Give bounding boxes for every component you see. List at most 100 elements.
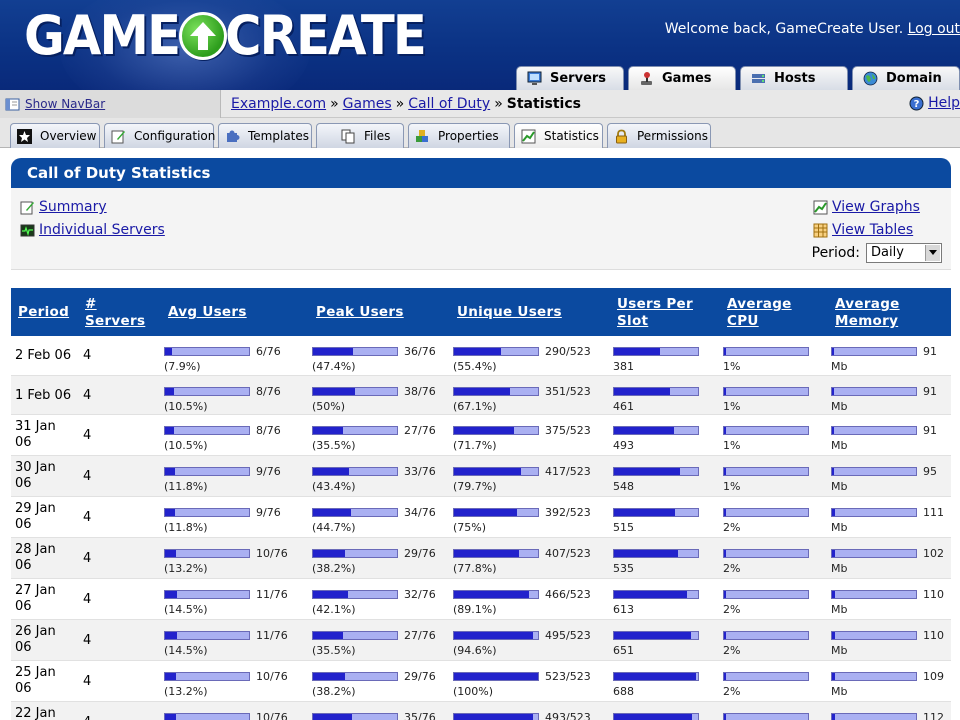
- peak-users-bar: [312, 671, 398, 681]
- average-cpu-bar: [723, 589, 809, 599]
- avg-users-detail: (10.5%): [164, 400, 208, 413]
- tab-configuration-label: Configuration: [134, 129, 216, 143]
- avg-users-detail: (13.2%): [164, 685, 208, 698]
- avg-users-bar-fill: [165, 590, 177, 598]
- tab-statistics[interactable]: Statistics: [514, 123, 603, 148]
- peak-users-bar-line: 35/76: [312, 711, 436, 720]
- average-cpu-bar-line: [723, 670, 809, 682]
- unique-users-bar-line: 375/523: [453, 424, 591, 437]
- header-peak-users[interactable]: Peak Users: [316, 304, 404, 321]
- cell-peak-users: 33/76 (43.4%): [312, 465, 436, 493]
- avg-users-bar: [164, 589, 250, 599]
- nav-row: Show NavBar Example.com» Games» Call of Du…: [0, 90, 960, 118]
- header-servers[interactable]: # Servers: [85, 296, 145, 330]
- peak-users-value: 29/76: [404, 669, 436, 683]
- average-cpu-bar-fill: [724, 631, 726, 639]
- tab-hosts[interactable]: Hosts: [740, 66, 848, 90]
- help-icon: ?: [909, 96, 924, 111]
- tab-permissions-label: Permissions: [637, 129, 708, 143]
- header-users-per-slot[interactable]: Users Per Slot: [617, 296, 707, 330]
- period-select[interactable]: Daily: [866, 243, 942, 263]
- joystick-icon: [639, 71, 654, 86]
- users-per-slot-detail: 381: [613, 360, 634, 373]
- users-per-slot-bar: [613, 712, 699, 720]
- view-graphs-link[interactable]: View Graphs: [832, 199, 920, 215]
- average-cpu-detail: 2%: [723, 644, 741, 657]
- avg-users-detail: (14.5%): [164, 603, 208, 616]
- unique-users-bar: [453, 589, 539, 599]
- average-cpu-bar-line: [723, 588, 809, 600]
- up-arrow-icon: [178, 12, 227, 60]
- peak-users-bar-line: 32/76: [312, 588, 436, 601]
- avg-users-bar-fill: [165, 631, 177, 639]
- average-cpu-bar-fill: [724, 672, 726, 680]
- individual-servers-link-item[interactable]: Individual Servers: [20, 222, 165, 238]
- cell-period: 28 Jan 06: [15, 542, 56, 573]
- summary-link-item[interactable]: Summary: [20, 199, 107, 215]
- help-link[interactable]: Help: [928, 95, 960, 111]
- header-avg-users[interactable]: Avg Users: [168, 304, 247, 321]
- logo-text-create: CREATE: [224, 4, 427, 67]
- summary-link[interactable]: Summary: [39, 199, 107, 215]
- avg-users-bar-fill: [165, 426, 174, 434]
- tab-permissions[interactable]: Permissions: [607, 123, 711, 148]
- header-average-memory[interactable]: Average Memory: [835, 296, 915, 330]
- average-cpu-bar-fill: [724, 590, 726, 598]
- breadcrumb-games[interactable]: Games: [343, 96, 392, 112]
- average-cpu-detail: 2%: [723, 685, 741, 698]
- individual-servers-link[interactable]: Individual Servers: [39, 222, 165, 238]
- tab-games[interactable]: Games: [628, 66, 736, 90]
- average-memory-bar: [831, 589, 917, 599]
- help[interactable]: ? Help: [909, 95, 960, 111]
- avg-users-bar: [164, 346, 250, 356]
- tab-servers[interactable]: Servers: [516, 66, 624, 90]
- peak-users-bar: [312, 386, 398, 396]
- heartbeat-monitor-icon: [20, 223, 35, 238]
- average-memory-bar: [831, 425, 917, 435]
- header-unique-users[interactable]: Unique Users: [457, 304, 562, 321]
- unique-users-bar-line: 351/523: [453, 385, 591, 398]
- cell-period: 29 Jan 06: [15, 501, 56, 532]
- average-cpu-bar: [723, 712, 809, 720]
- breadcrumb-call-of-duty[interactable]: Call of Duty: [408, 96, 490, 112]
- users-per-slot-bar-line: [613, 465, 699, 477]
- gamecreate-logo[interactable]: GAME CREATE: [24, 6, 442, 66]
- chevron-down-icon[interactable]: [925, 245, 940, 261]
- view-graphs-link-item[interactable]: View Graphs: [813, 199, 920, 215]
- average-memory-bar: [831, 630, 917, 640]
- peak-users-bar: [312, 589, 398, 599]
- unique-users-detail: (77.8%): [453, 562, 497, 575]
- game-sub-tabs: Overview Configuration Templates Files P…: [10, 123, 715, 148]
- peak-users-bar: [312, 466, 398, 476]
- cell-users-per-slot: 613: [613, 588, 699, 616]
- cell-users-per-slot: 461: [613, 385, 699, 413]
- view-tables-link-item[interactable]: View Tables: [813, 222, 913, 238]
- average-cpu-bar-line: [723, 629, 809, 641]
- header-period[interactable]: Period: [18, 304, 69, 321]
- logout-link[interactable]: Log out: [908, 21, 960, 37]
- cell-users-per-slot: 688: [613, 670, 699, 698]
- tab-properties[interactable]: Properties: [408, 123, 510, 148]
- average-memory-bar-fill: [832, 387, 834, 395]
- peak-users-bar-fill: [313, 590, 348, 598]
- tab-configuration[interactable]: Configuration: [104, 123, 216, 148]
- average-cpu-bar: [723, 346, 809, 356]
- tab-templates[interactable]: Templates: [218, 123, 312, 148]
- tab-domain[interactable]: Domain: [852, 66, 960, 90]
- tab-overview[interactable]: Overview: [10, 123, 100, 148]
- unique-users-value: 495/523: [545, 628, 591, 642]
- average-memory-detail: Mb: [831, 685, 848, 698]
- view-tables-link[interactable]: View Tables: [832, 222, 913, 238]
- breadcrumb-example-com[interactable]: Example.com: [231, 96, 326, 112]
- users-per-slot-bar-line: [613, 345, 699, 357]
- header-average-cpu[interactable]: Average CPU: [727, 296, 807, 330]
- tab-files[interactable]: Files: [316, 123, 404, 148]
- show-navbar[interactable]: Show NavBar: [0, 90, 221, 118]
- avg-users-value: 9/76: [256, 464, 281, 478]
- avg-users-detail: (11.8%): [164, 521, 208, 534]
- unique-users-value: 417/523: [545, 464, 591, 478]
- show-navbar-link[interactable]: Show NavBar: [25, 97, 105, 111]
- avg-users-detail: (14.5%): [164, 644, 208, 657]
- users-per-slot-bar-line: [613, 629, 699, 641]
- average-cpu-bar-fill: [724, 713, 726, 720]
